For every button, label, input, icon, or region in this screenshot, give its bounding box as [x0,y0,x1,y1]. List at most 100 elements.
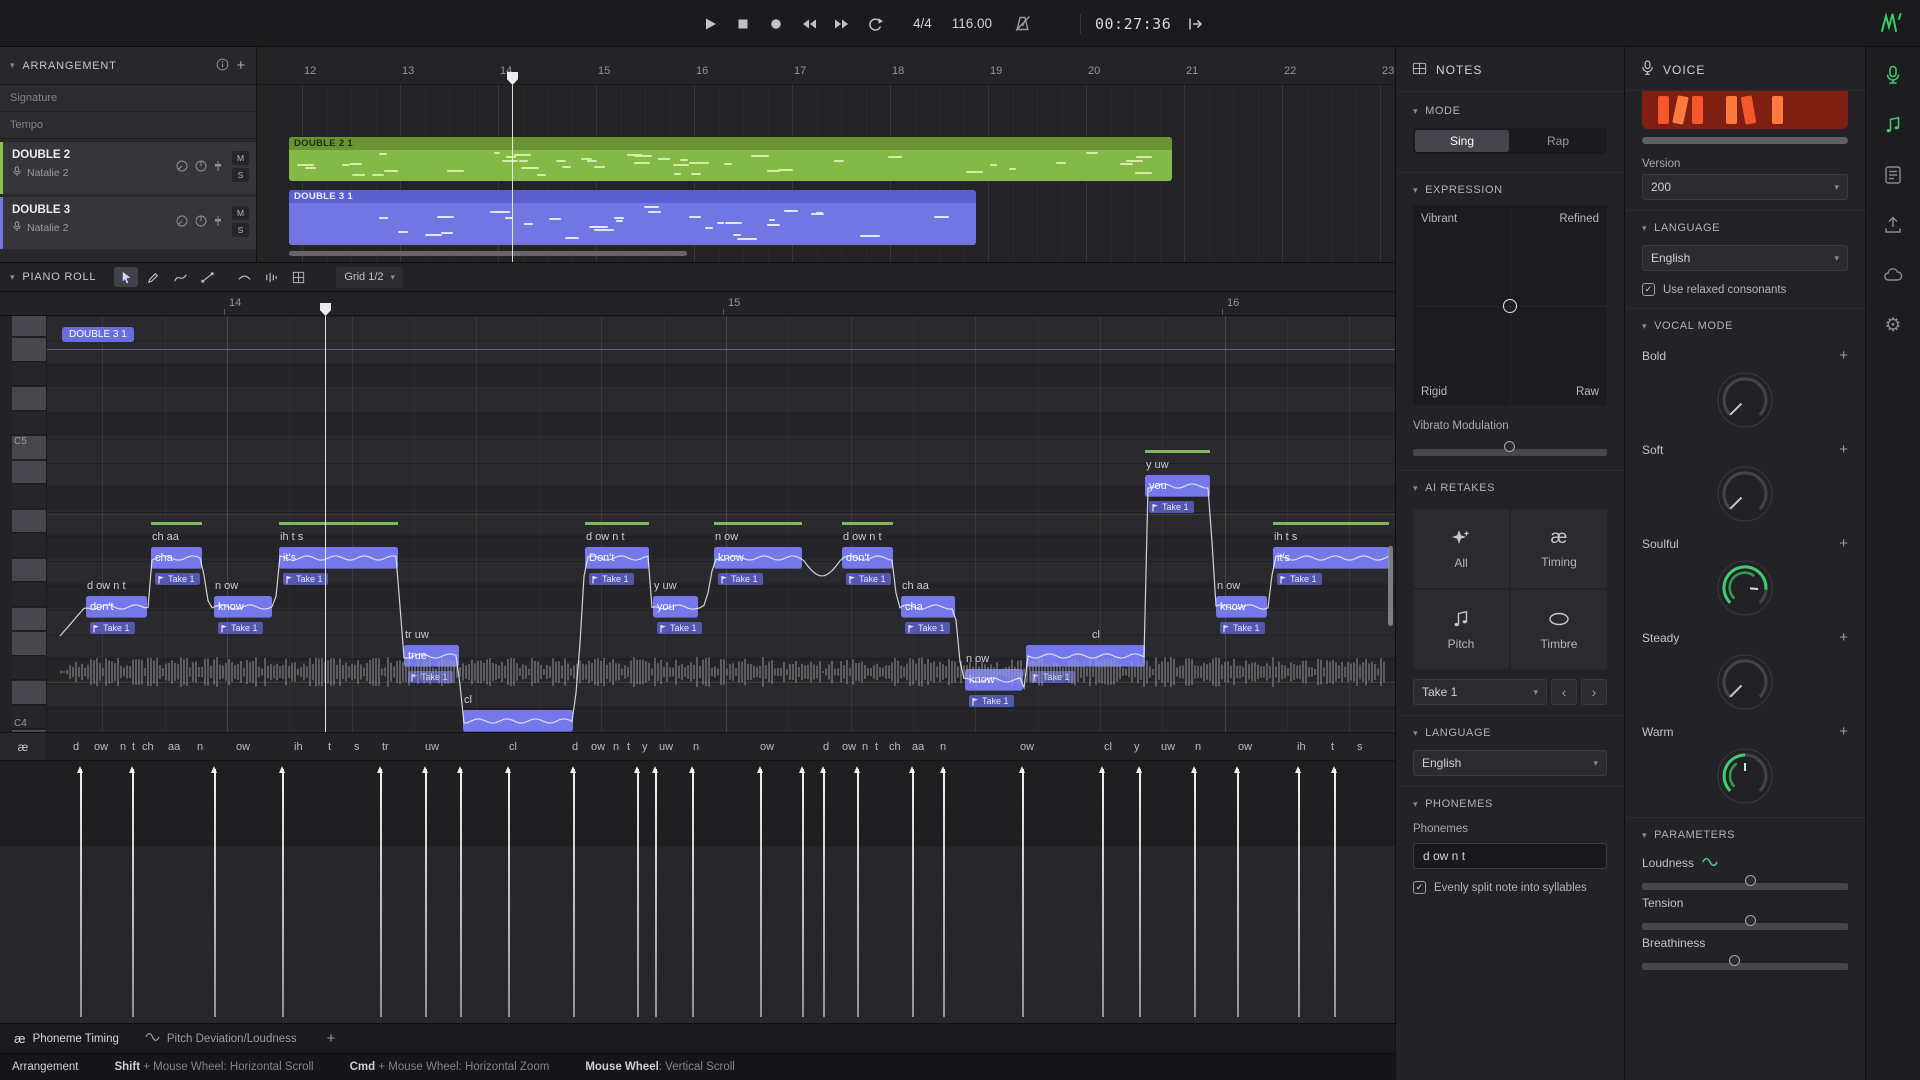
phoneme-timing-spike[interactable] [760,769,762,1017]
microphone-icon[interactable] [1881,63,1905,87]
arrangement-clip[interactable]: DOUBLE 3 1 [289,190,976,245]
phoneme-token[interactable]: ih [1297,741,1306,753]
note[interactable]: don't [842,547,893,569]
phoneme-token[interactable]: ow [236,741,250,753]
phoneme-token[interactable]: n [120,741,126,753]
piano-key[interactable] [12,485,46,509]
phoneme-timing-spike[interactable] [508,769,510,1017]
phoneme-token[interactable]: cl [509,741,517,753]
phoneme-token[interactable]: y [642,741,648,753]
warm-knob[interactable] [1642,747,1848,805]
take-badge[interactable]: Take 1 [718,573,763,585]
soulful-knob[interactable] [1642,559,1848,617]
time-signature[interactable]: 4/4 [913,16,932,31]
phoneme-timing-lane[interactable] [0,760,1395,1023]
tab-phoneme-timing[interactable]: æ Phoneme Timing [14,1031,119,1046]
note-phonemes[interactable]: ih t s [280,531,303,543]
arrangement-clip[interactable]: DOUBLE 2 1 [289,137,1172,181]
piano-roll-ruler[interactable]: 141516 [0,292,1395,316]
phoneme-token[interactable]: d [572,741,578,753]
phoneme-token[interactable]: tr [382,741,389,753]
phoneme-token[interactable]: cl [1104,741,1112,753]
add-lane-button[interactable]: + [327,1030,336,1047]
phoneme-token[interactable]: aa [912,741,924,753]
phoneme-token[interactable]: ow [842,741,856,753]
note[interactable]: it's [1273,547,1389,569]
music-note-icon[interactable] [1881,113,1905,137]
phoneme-token[interactable]: n [1195,741,1201,753]
phoneme-timing-spike[interactable] [1298,769,1300,1017]
take-badge[interactable]: Take 1 [1220,622,1265,634]
note[interactable]: know [965,669,1023,691]
settings-icon[interactable]: ⚙ [1881,313,1905,337]
phoneme-token[interactable]: t [328,741,331,753]
take-badge[interactable]: Take 1 [589,573,634,585]
phonemes-input[interactable]: d ow n t [1413,843,1607,869]
phoneme-timing-spike[interactable] [802,769,804,1017]
track-double-3[interactable]: DOUBLE 3 Natalie 2 M S [0,197,256,249]
relaxed-consonants-checkbox[interactable]: ✓ [1642,283,1655,296]
steady-knob[interactable] [1642,653,1848,711]
note-phonemes[interactable]: d ow n t [87,580,126,592]
stop-button[interactable] [733,14,753,34]
take-badge[interactable]: Take 1 [283,573,328,585]
note-phonemes[interactable]: n ow [215,580,238,592]
phoneme-token[interactable]: t [875,741,878,753]
retake-pitch-button[interactable]: Pitch [1413,590,1509,669]
track-controls[interactable] [176,215,222,227]
phoneme-timing-spike[interactable] [637,769,639,1017]
note-phonemes[interactable]: y uw [654,580,677,592]
voice-artwork[interactable] [1642,91,1848,129]
take-badge[interactable]: Take 1 [408,671,453,683]
tempo-lane[interactable]: Tempo [0,112,256,139]
cloud-icon[interactable] [1881,263,1905,287]
mute-button[interactable]: M [232,206,249,220]
pencil-tool[interactable] [141,267,165,287]
phoneme-timing-spike[interactable] [1334,769,1336,1017]
take-badge[interactable]: Take 1 [657,622,702,634]
phoneme-timing-spike[interactable] [823,769,825,1017]
piano-key[interactable] [12,657,46,681]
add-vocal-mode-button[interactable]: + [1839,629,1848,646]
note-phonemes[interactable]: cl [1092,629,1100,641]
phoneme-timing-spike[interactable] [282,769,284,1017]
add-vocal-mode-button[interactable]: + [1839,723,1848,740]
take-badge[interactable]: Take 1 [846,573,891,585]
piano-key[interactable] [12,461,46,485]
note[interactable]: Don't [585,547,649,569]
signature-lane[interactable]: Signature [0,85,256,112]
piano-key[interactable] [12,681,46,705]
solo-button[interactable]: S [232,223,249,237]
phoneme-token[interactable]: n [613,741,619,753]
note[interactable]: know [214,596,272,618]
phoneme-timing-spike[interactable] [380,769,382,1017]
retake-timing-button[interactable]: æTiming [1511,509,1607,588]
chevron-down-icon[interactable]: ▾ [10,272,15,283]
version-select[interactable]: 200 ▾ [1642,174,1848,200]
phoneme-token[interactable]: t [1331,741,1334,753]
note-phonemes[interactable]: ch aa [152,531,179,543]
sing-button[interactable]: Sing [1415,130,1509,152]
expression-pad[interactable]: Vibrant Refined Rigid Raw [1413,205,1607,406]
phoneme-token[interactable]: d [823,741,829,753]
note[interactable]: know [714,547,802,569]
take-badge[interactable]: Take 1 [1149,501,1194,513]
phoneme-token[interactable]: n [197,741,203,753]
add-vocal-mode-button[interactable]: + [1839,347,1848,364]
next-take-button[interactable]: › [1581,679,1607,705]
play-button[interactable] [700,14,720,34]
take-badge[interactable]: Take 1 [155,573,200,585]
phoneme-token[interactable]: n [940,741,946,753]
phoneme-timing-spike[interactable] [132,769,134,1017]
phoneme-timing-spike[interactable] [1194,769,1196,1017]
pattern-tool[interactable] [286,267,310,287]
piano-key[interactable] [12,632,46,656]
note[interactable]: you [1145,475,1210,497]
tension-slider[interactable] [1642,914,1848,928]
phonemes-section-header[interactable]: ▾ PHONEMES [1396,786,1624,817]
arrangement-ruler[interactable]: 121314151617181920212223 [257,47,1395,85]
vertical-scrollbar[interactable] [1388,546,1393,626]
phoneme-token[interactable]: uw [1161,741,1175,753]
take-badge[interactable]: Take 1 [90,622,135,634]
take-badge[interactable]: Take 1 [218,622,263,634]
